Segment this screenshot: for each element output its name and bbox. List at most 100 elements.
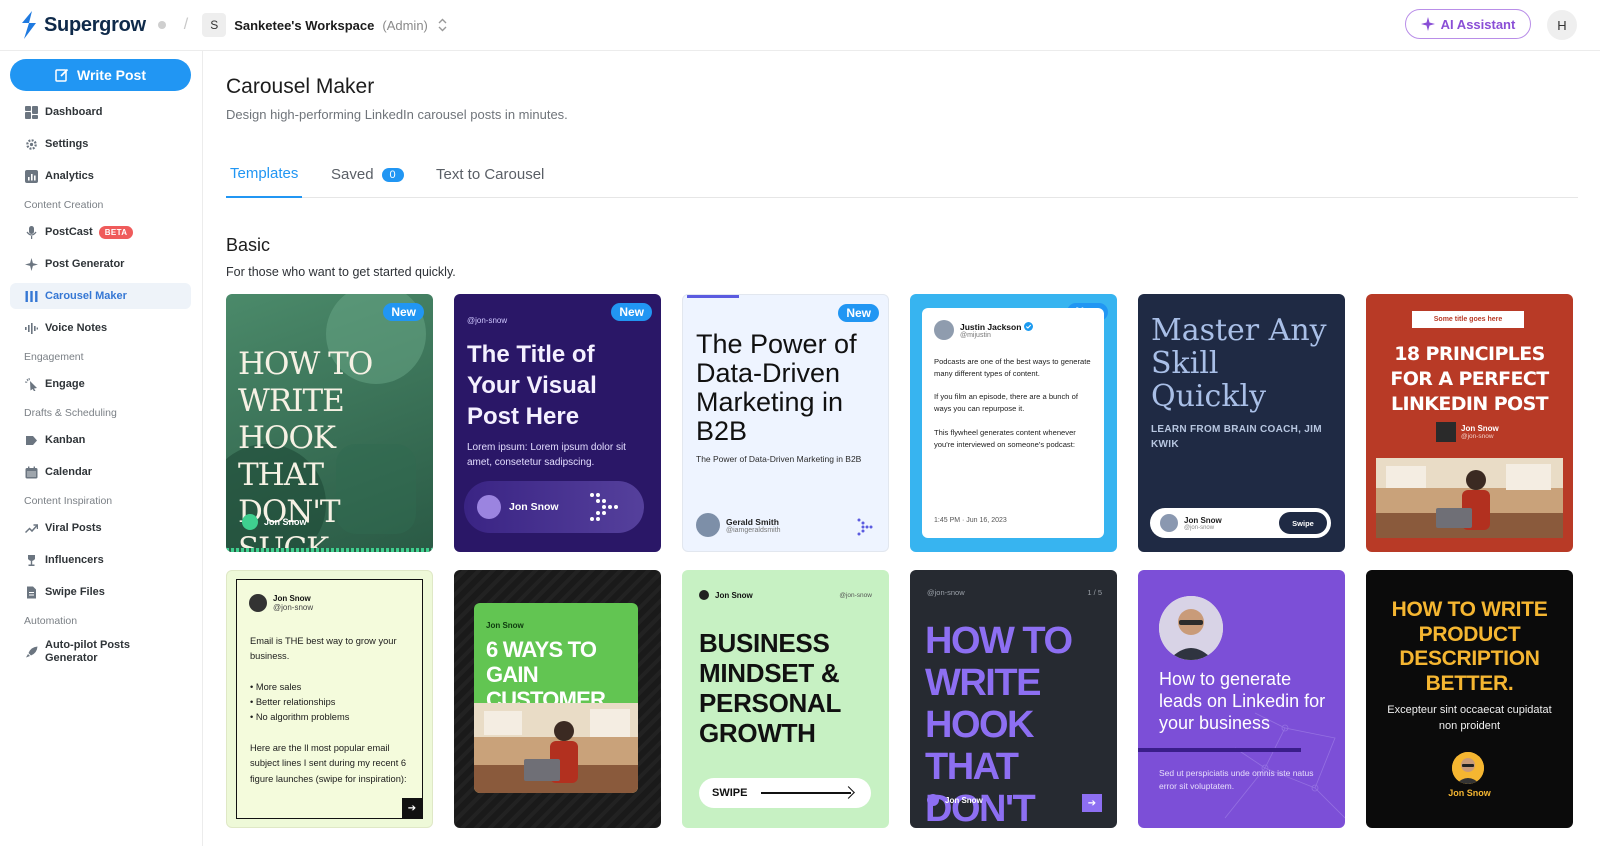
- author-block: Jon Snow @jon-snow: [1461, 424, 1499, 440]
- top-bar: Supergrow / S Sanketee's Workspace (Admi…: [0, 0, 1600, 51]
- template-card-tweet[interactable]: New Justin Jackson @mijustin Podcasts ar…: [910, 294, 1117, 552]
- chevron-up-down-icon[interactable]: [438, 18, 447, 32]
- author-name: Justin Jackson: [960, 321, 1022, 332]
- ai-assistant-button[interactable]: AI Assistant: [1405, 9, 1531, 39]
- author-handle: @jon-snow: [273, 603, 314, 612]
- card-author: Gerald Smith @iamgeraldsmith: [696, 513, 781, 537]
- author-handle: @iamgeraldsmith: [726, 526, 781, 534]
- sidebar-item-voice-notes[interactable]: Voice Notes: [10, 315, 191, 341]
- write-post-button[interactable]: Write Post: [10, 59, 191, 91]
- sidebar-item-label: Influencers: [45, 554, 104, 566]
- sidebar-item-label: Auto-pilot Posts Generator: [45, 639, 130, 664]
- template-card-business-mindset[interactable]: Jon Snow @jon-snow BUSINESS MINDSET & PE…: [682, 570, 889, 828]
- sidebar-item-postcast[interactable]: PostCast BETA: [10, 219, 191, 245]
- brand[interactable]: Supergrow: [20, 11, 166, 39]
- sidebar-item-carousel-maker[interactable]: Carousel Maker: [10, 283, 191, 309]
- author-bar: Jon Snow @jon-snow Swipe: [1150, 508, 1331, 538]
- card-headline: How to generate leads on Linkedin for yo…: [1159, 669, 1326, 733]
- template-card-data-driven[interactable]: New The Power of Data-Driven Marketing i…: [682, 294, 889, 552]
- rocket-icon: [24, 645, 38, 659]
- sidebar-item-swipe-files[interactable]: Swipe Files: [10, 579, 191, 605]
- sidebar-item-label: Viral Posts: [45, 522, 102, 534]
- sidebar-item-label: Swipe Files: [45, 586, 105, 598]
- sidebar-item-label: Voice Notes: [45, 322, 108, 334]
- workspace-avatar[interactable]: S: [202, 13, 227, 37]
- sidebar-item-settings[interactable]: Settings: [10, 131, 191, 157]
- sidebar-item-engage[interactable]: Engage: [10, 371, 191, 397]
- sidebar-item-label: Dashboard: [45, 106, 103, 118]
- tab-templates[interactable]: Templates: [226, 151, 303, 198]
- note-paragraph: Here are the ll most popular email subje…: [250, 743, 407, 784]
- sidebar-section-label: Automation: [24, 615, 78, 627]
- author-name: Jon Snow: [509, 501, 559, 513]
- sidebar-item-dashboard[interactable]: Dashboard: [10, 99, 191, 125]
- sidebar-item-post-generator[interactable]: Post Generator: [10, 251, 191, 277]
- card-body: Sed ut perspiciatis unde omnis iste natu…: [1159, 768, 1314, 791]
- verified-icon: [1024, 322, 1034, 331]
- carousel-icon: [24, 289, 38, 303]
- card-handle: @jon-snow: [927, 588, 965, 597]
- sidebar-item-kanban[interactable]: Kanban: [10, 427, 191, 453]
- tab-text-to-carousel[interactable]: Text to Carousel: [436, 151, 544, 198]
- sidebar-item-calendar[interactable]: Calendar: [10, 459, 191, 485]
- sidebar-item-label: PostCast: [45, 226, 93, 238]
- tweet-paragraph: Podcasts are one of the best ways to gen…: [934, 357, 1091, 378]
- main-content: Carousel Maker Design high-performing Li…: [226, 51, 1578, 846]
- arrow-right-icon: [761, 792, 852, 794]
- template-card-leads-linkedin[interactable]: How to generate leads on Linkedin for yo…: [1138, 570, 1345, 828]
- accent-line: [687, 295, 739, 298]
- note-bullet: • Better relationships: [250, 697, 336, 708]
- sidebar-item-auto-pilot-posts-generator[interactable]: Auto-pilot Posts Generator: [10, 635, 191, 669]
- sidebar-item-influencers[interactable]: Influencers: [10, 547, 191, 573]
- trending-icon: [24, 521, 38, 535]
- edit-icon: [55, 68, 69, 82]
- template-card-hook-serif[interactable]: New HOW TO WRITE HOOK THAT DON'T SUCK Jo…: [226, 294, 433, 552]
- sparkle-icon: [24, 257, 38, 271]
- workspace-name[interactable]: Sanketee's Workspace: [234, 18, 374, 33]
- sidebar-item-viral-posts[interactable]: Viral Posts: [10, 515, 191, 541]
- sparkle-icon: [1420, 17, 1435, 31]
- tab-label: Templates: [230, 165, 299, 182]
- author-name: Jon Snow: [1448, 788, 1491, 798]
- sidebar-item-label: Kanban: [45, 434, 86, 446]
- card-handle: @jon-snow: [467, 316, 508, 325]
- card-headline: BUSINESS MINDSET & PERSONAL GROWTH: [699, 628, 841, 748]
- author-block: Gerald Smith @iamgeraldsmith: [726, 517, 781, 534]
- swipe-label: Swipe: [1279, 512, 1327, 534]
- card-headline: The Power of Data-Driven Marketing in B2…: [696, 329, 857, 446]
- tab-saved[interactable]: Saved 0: [331, 151, 404, 198]
- tweet-paragraph: If you film an episode, there are a bunc…: [934, 392, 1078, 414]
- sidebar-item-label: Carousel Maker: [45, 290, 127, 302]
- template-card-visual-post[interactable]: New @jon-snow The Title of Your Visual P…: [454, 294, 661, 552]
- sidebar-section-label: Content Inspiration: [24, 495, 113, 507]
- author-name: Jon Snow: [1184, 515, 1222, 525]
- template-card-email-notes[interactable]: Jon Snow @jon-snow Email is THE best way…: [226, 570, 433, 828]
- template-card-customer-trust[interactable]: Jon Snow 6 WAYS TO GAIN CUSTOMER TRUST: [454, 570, 661, 828]
- workspace-role: (Admin): [382, 17, 428, 33]
- sidebar-item-label: Calendar: [45, 466, 93, 478]
- separator: /: [183, 16, 189, 33]
- template-card-master-skill[interactable]: Master Any Skill Quickly LEARN FROM BRAI…: [1138, 294, 1345, 552]
- template-card-product-description[interactable]: HOW TO WRITE PRODUCT DESCRIPTION BETTER.…: [1366, 570, 1573, 828]
- template-card-18-principles[interactable]: Some title goes here 18 PRINCIPLES FOR A…: [1366, 294, 1573, 552]
- card-headline: Master Any Skill Quickly: [1151, 313, 1327, 414]
- beta-badge: BETA: [98, 225, 134, 239]
- card-body: The Power of Data-Driven Marketing in B2…: [696, 454, 862, 464]
- avatar: [242, 514, 258, 530]
- author-pill: Jon Snow: [464, 481, 644, 533]
- sidebar-item-analytics[interactable]: Analytics: [10, 163, 191, 189]
- avatar: [249, 594, 267, 612]
- author-name: Jon Snow: [1461, 424, 1499, 433]
- card-author: Justin Jackson @mijustin: [934, 320, 1034, 340]
- page-title: Carousel Maker: [226, 75, 375, 98]
- status-dot: [157, 21, 166, 29]
- sidebar-nav: Dashboard Settings Analytics Content Creati…: [10, 99, 191, 675]
- card-author: Jon Snow @jon-snow: [1436, 422, 1499, 442]
- template-card-hook-purple[interactable]: @jon-snow 1 / 5 HOW TO WRITE HOOK THAT D…: [910, 570, 1117, 828]
- card-headline: 18 PRINCIPLES FOR A PERFECT LINKEDIN POS…: [1390, 343, 1549, 415]
- user-avatar[interactable]: H: [1547, 10, 1577, 40]
- author-handle: @jon-snow: [1184, 524, 1215, 531]
- sidebar-item-label: Settings: [45, 138, 89, 150]
- author-name: Jon Snow: [945, 795, 983, 805]
- tweet-body: Podcasts are one of the best ways to gen…: [934, 356, 1094, 450]
